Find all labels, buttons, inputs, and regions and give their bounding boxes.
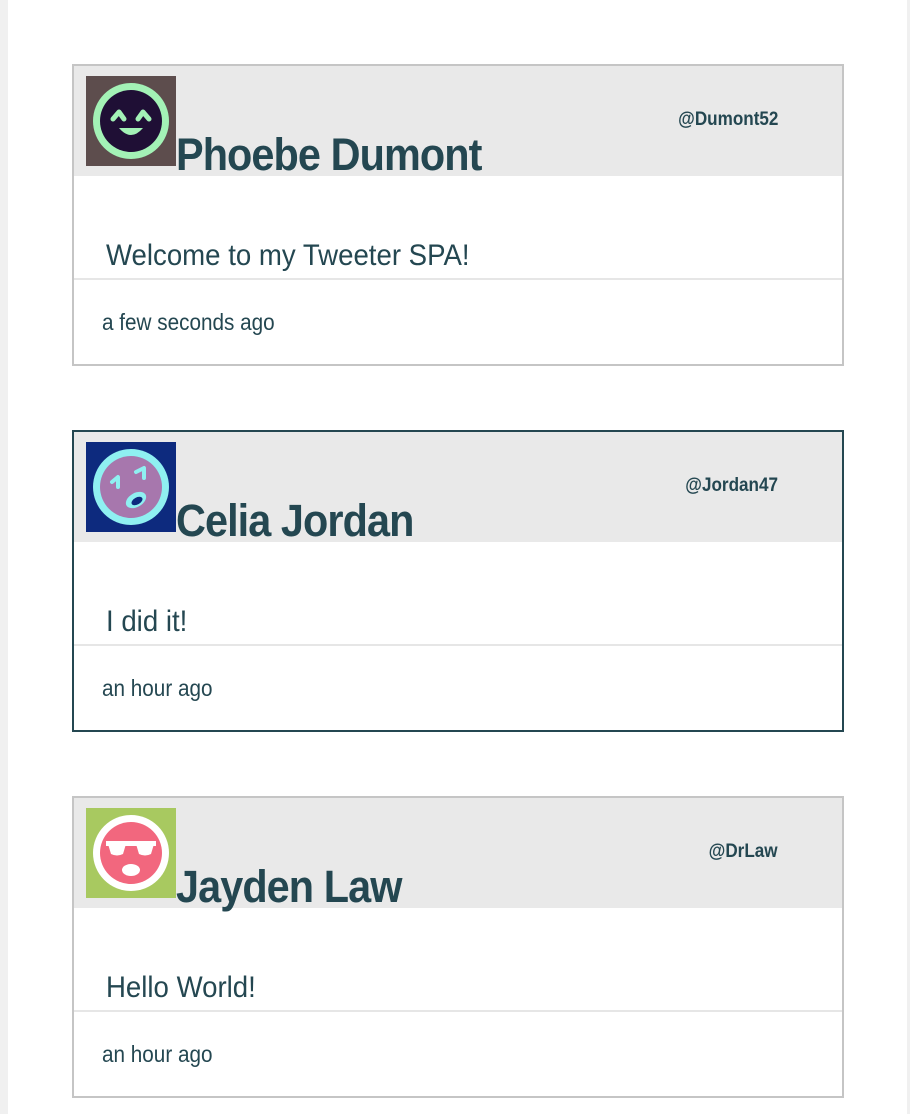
tweet-text: Hello World! — [106, 971, 256, 1004]
tweet-body: Welcome to my Tweeter SPA! — [74, 176, 842, 280]
tweet-card[interactable]: Jayden Law @DrLaw Hello World! an hour a… — [72, 796, 844, 1098]
tweet-body: I did it! — [74, 542, 842, 646]
user-handle: @DrLaw — [709, 841, 778, 862]
tweet-card[interactable]: Celia Jordan @Jordan47 I did it! an hour… — [72, 430, 844, 732]
tweet-header: Phoebe Dumont @Dumont52 — [74, 66, 842, 180]
crying-face-icon — [86, 442, 176, 532]
sunglasses-face-icon — [86, 808, 176, 898]
timestamp: an hour ago — [102, 675, 213, 701]
tweet-header: Jayden Law @DrLaw — [74, 798, 842, 912]
user-handle: @Dumont52 — [677, 109, 778, 130]
tweet-footer: a few seconds ago — [74, 280, 842, 364]
tweet-footer: an hour ago — [74, 646, 842, 730]
tweet-card[interactable]: Phoebe Dumont @Dumont52 Welcome to my Tw… — [72, 64, 844, 366]
tweet-text: Welcome to my Tweeter SPA! — [106, 239, 470, 272]
tweet-header: Celia Jordan @Jordan47 — [74, 432, 842, 546]
tweet-feed: Phoebe Dumont @Dumont52 Welcome to my Tw… — [8, 0, 907, 1114]
timestamp: an hour ago — [102, 1041, 213, 1067]
tweet-footer: an hour ago — [74, 1012, 842, 1096]
smiling-face-icon — [86, 76, 176, 166]
tweet-text: I did it! — [106, 605, 188, 638]
tweet-body: Hello World! — [74, 908, 842, 1012]
timestamp: a few seconds ago — [102, 309, 275, 335]
user-handle: @Jordan47 — [685, 475, 778, 496]
